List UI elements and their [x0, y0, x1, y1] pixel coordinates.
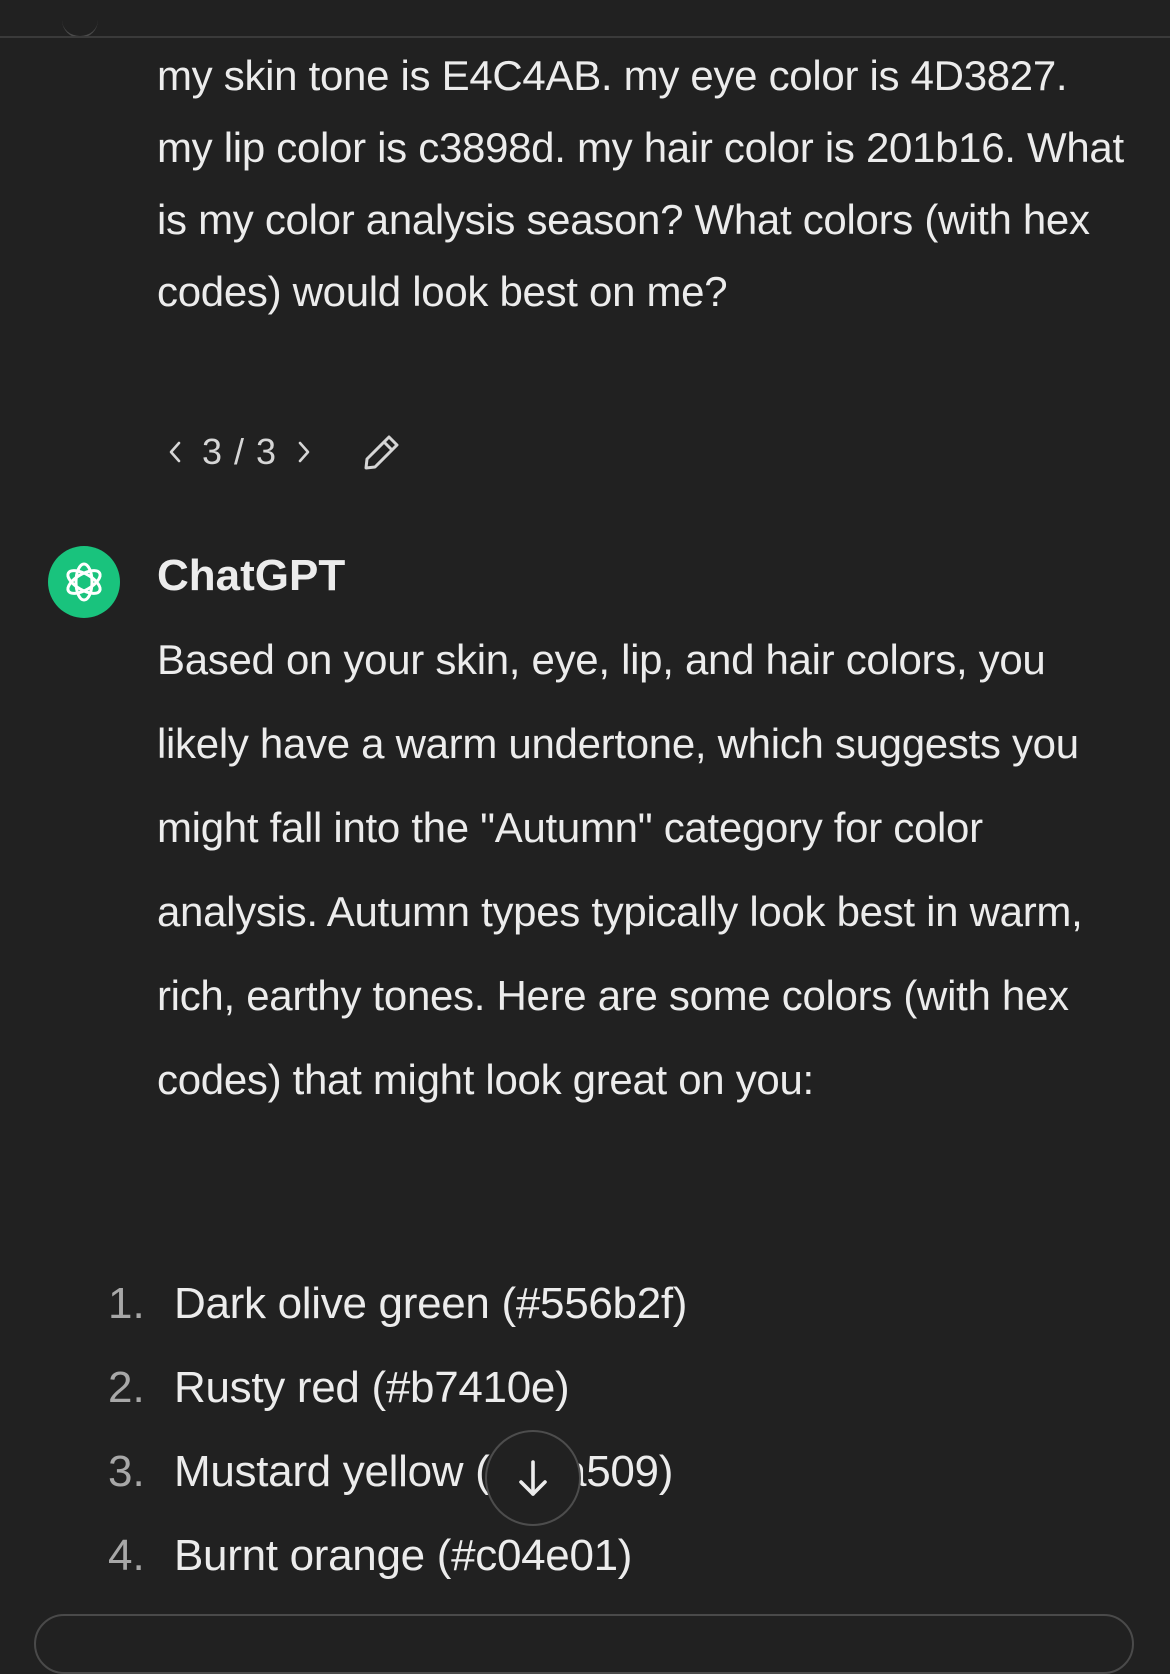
message-composer[interactable] [34, 1614, 1134, 1674]
list-item: 4. Burnt orange (#c04e01) [108, 1514, 687, 1598]
list-item-text: Burnt orange (#c04e01) [174, 1531, 633, 1580]
list-item: 2. Rusty red (#b7410e) [108, 1346, 687, 1430]
list-item-text: Dark olive green (#556b2f) [174, 1279, 688, 1328]
pencil-icon [364, 435, 399, 470]
scroll-to-bottom-button[interactable] [485, 1430, 581, 1526]
list-item: 3. Mustard yellow (#e4a509) [108, 1430, 687, 1514]
previous-version-button[interactable] [160, 432, 190, 472]
assistant-message-text: Based on your skin, eye, lip, and hair c… [157, 636, 1083, 1103]
message-controls: 3 / 3 [160, 428, 405, 476]
list-number: 1. [108, 1279, 145, 1328]
version-pager: 3 / 3 [202, 431, 278, 472]
arrow-down-icon [519, 1460, 547, 1496]
list-number: 3. [108, 1447, 145, 1496]
user-avatar [62, 2, 98, 38]
list-item-text: Mustard yellow (#e4a509) [174, 1447, 674, 1496]
chatgpt-avatar [48, 546, 120, 618]
list-item: 1. Dark olive green (#556b2f) [108, 1262, 687, 1346]
edit-message-button[interactable] [359, 429, 405, 475]
color-suggestion-list: 1. Dark olive green (#556b2f) 2. Rusty r… [108, 1262, 687, 1598]
chevron-right-icon [298, 441, 310, 463]
next-version-button[interactable] [289, 432, 319, 472]
assistant-name: ChatGPT [157, 551, 346, 600]
openai-logo-icon [66, 562, 102, 602]
list-number: 4. [108, 1531, 145, 1580]
chevron-left-icon [169, 441, 181, 463]
header-divider [0, 36, 1170, 38]
user-message-text: my skin tone is E4C4AB. my eye color is … [157, 52, 1124, 315]
list-number: 2. [108, 1363, 145, 1412]
list-item-text: Rusty red (#b7410e) [174, 1363, 570, 1412]
